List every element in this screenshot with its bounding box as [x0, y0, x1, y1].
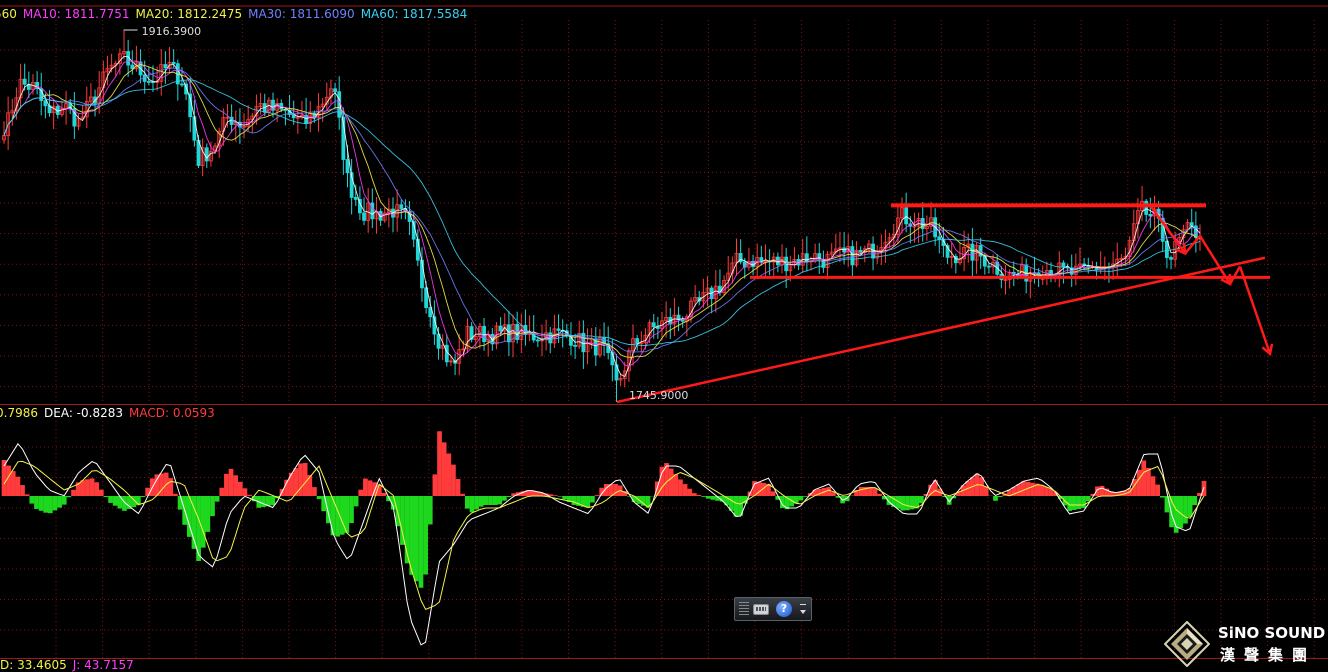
ma-line [3, 67, 1201, 353]
candle-body [146, 81, 151, 83]
ma-legend-item: MA30: 1811.6090 [248, 7, 355, 21]
candle-body [535, 339, 540, 342]
candle-body [676, 314, 681, 320]
projection-segment [1238, 266, 1272, 355]
ma-line [3, 60, 1201, 367]
macd-legend: 0.7986 DEA: -0.8283 MACD: 0.0593 [0, 406, 221, 420]
candle-body [1189, 222, 1194, 227]
candle-body [370, 202, 375, 220]
candle-body [130, 64, 135, 70]
candle-body [556, 328, 561, 331]
ma-legend-item: MA20: 1812.2475 [135, 7, 243, 21]
projection-segment [1228, 265, 1242, 285]
grip-icon[interactable] [739, 602, 749, 616]
candle-body [163, 64, 168, 69]
candle-body [345, 159, 350, 174]
macd-signal-lines [3, 442, 1205, 646]
kdj-legend-item: D: 33.4605 [0, 658, 67, 672]
candle-body [399, 204, 404, 209]
help-icon[interactable]: ? [776, 601, 792, 617]
candle-body [43, 100, 48, 107]
candle-body [204, 147, 209, 162]
dif-line [3, 442, 1205, 646]
macd-legend-item: 0.7986 [0, 406, 38, 420]
candle-body [1169, 257, 1173, 260]
candle-body [482, 325, 486, 343]
candle-body [1061, 262, 1066, 268]
menu-arrow-icon[interactable] [799, 603, 807, 617]
candle-body [850, 246, 855, 266]
ma-legend-item: 560 [0, 7, 17, 21]
candle-body [362, 212, 366, 221]
candle-body [171, 61, 176, 65]
candle-body [353, 197, 358, 200]
chart-canvas[interactable]: 1916.3900 1745.9000 [0, 0, 1328, 672]
ma-legend-item: MA60: 1817.5584 [360, 7, 468, 21]
moving-average-lines [3, 55, 1201, 378]
candle-body [498, 325, 503, 332]
candle-body [987, 265, 991, 268]
ma-legend: 560 MA10: 1811.7751 MA20: 1812.2475 MA30: 1… [0, 7, 473, 21]
high-price-label: 1916.3900 [142, 25, 202, 38]
floating-toolbar[interactable]: ? [734, 597, 812, 621]
macd-legend-item: MACD: 0.0593 [129, 406, 215, 420]
candle-body [970, 243, 975, 261]
candle-body [573, 344, 578, 347]
brand-logo: SiNO SOUND 漢聲集團 [1162, 619, 1328, 669]
macd-legend-item: DEA: -0.8283 [44, 406, 123, 420]
brand-name: SiNO SOUND [1218, 624, 1326, 642]
candle-body [22, 78, 27, 85]
candle-body [1144, 200, 1149, 215]
candle-body [635, 338, 640, 345]
candlestick-series [2, 30, 1202, 402]
kdj-legend: D: 33.4605 J: 43.7157 [0, 658, 140, 672]
kdj-legend-item: J: 43.7157 [72, 658, 134, 672]
ma-legend-item: MA10: 1811.7751 [22, 7, 130, 21]
ma-line [3, 79, 1201, 346]
low-price-label: 1745.9000 [629, 389, 689, 402]
candle-body [904, 207, 909, 225]
candle-body [180, 83, 184, 86]
candle-body [651, 322, 656, 328]
keyboard-icon[interactable] [753, 604, 769, 615]
trend-drawings[interactable] [616, 203, 1274, 404]
brand-name-chinese: 漢聲集團 [1220, 646, 1317, 664]
candle-body [333, 88, 337, 93]
candle-body [444, 344, 449, 363]
ma-line [3, 55, 1201, 378]
diamond-logo-icon [1164, 621, 1210, 667]
candle-body [759, 257, 764, 262]
